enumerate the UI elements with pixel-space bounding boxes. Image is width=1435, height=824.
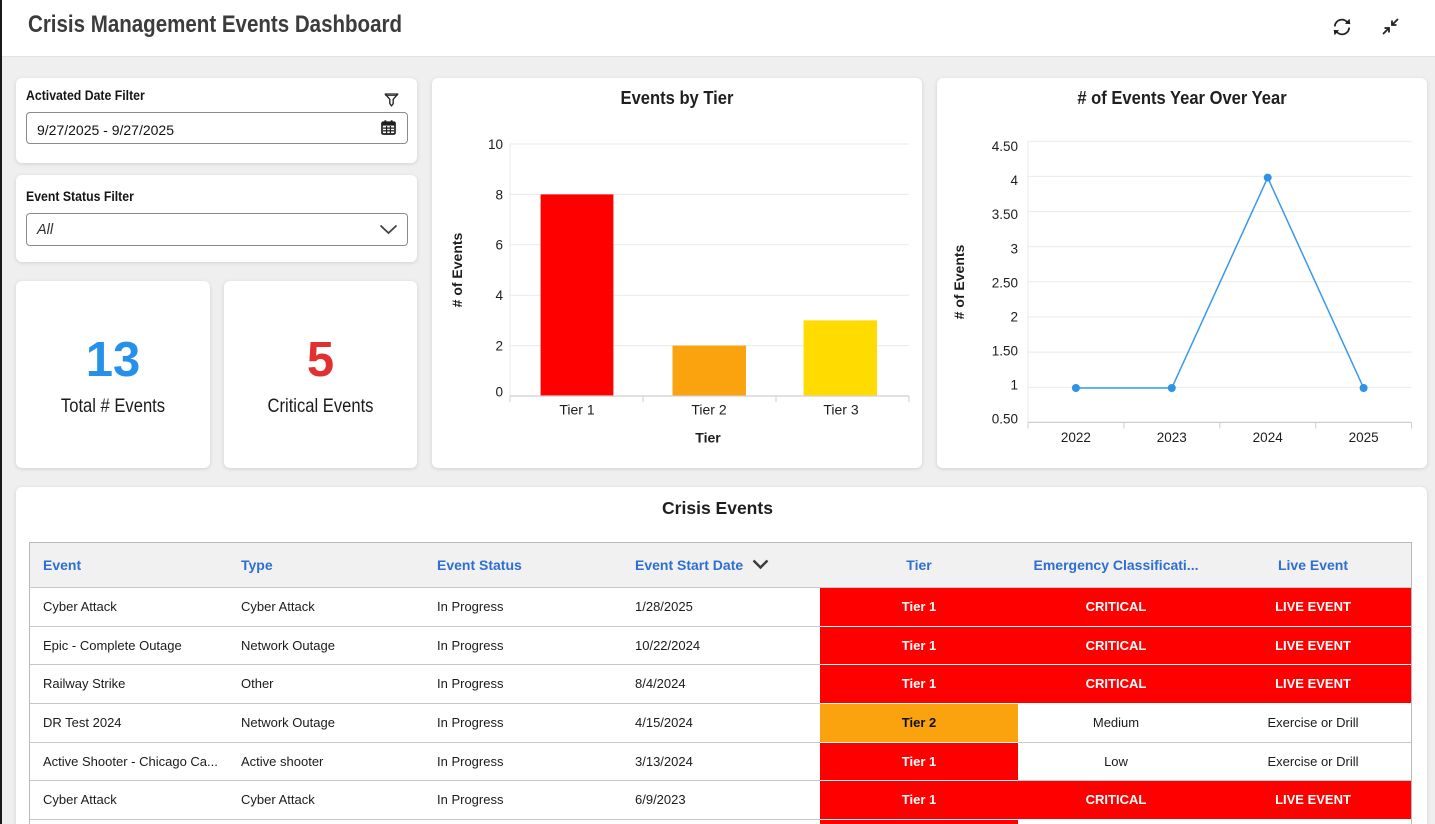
- svg-text:Tier 3: Tier 3: [823, 402, 858, 418]
- svg-text:# of Events: # of Events: [951, 244, 967, 319]
- svg-text:3.50: 3.50: [992, 207, 1018, 222]
- svg-text:0.50: 0.50: [992, 412, 1018, 427]
- svg-text:4.50: 4.50: [992, 139, 1018, 154]
- svg-text:1: 1: [1010, 378, 1018, 393]
- svg-text:10: 10: [488, 137, 503, 152]
- svg-text:# of Events: # of Events: [449, 232, 465, 307]
- svg-text:2: 2: [495, 339, 503, 354]
- svg-text:0: 0: [495, 385, 503, 400]
- svg-text:4: 4: [495, 288, 503, 303]
- svg-text:6: 6: [495, 238, 503, 253]
- svg-text:2023: 2023: [1157, 430, 1187, 445]
- svg-text:3: 3: [1010, 241, 1018, 256]
- svg-text:2: 2: [1010, 309, 1018, 324]
- svg-text:Tier: Tier: [695, 430, 721, 446]
- svg-text:2.50: 2.50: [992, 275, 1018, 290]
- svg-text:8: 8: [495, 187, 503, 202]
- svg-text:1.50: 1.50: [992, 343, 1018, 358]
- svg-text:Tier 2: Tier 2: [691, 402, 726, 418]
- svg-text:2022: 2022: [1061, 430, 1091, 445]
- svg-text:Tier 1: Tier 1: [559, 402, 594, 418]
- svg-text:4: 4: [1010, 173, 1018, 188]
- svg-text:2024: 2024: [1253, 430, 1284, 445]
- svg-text:2025: 2025: [1349, 430, 1379, 445]
